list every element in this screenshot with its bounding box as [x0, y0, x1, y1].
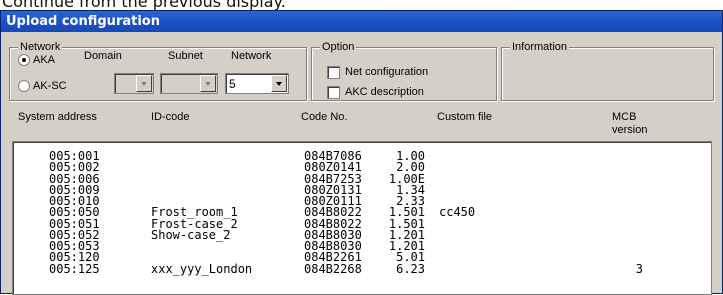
table-row[interactable]: 005:125 xxx_yyy_London 084B2268 6.23 3 [13, 261, 711, 276]
column-mcb-version-line1: MCB [612, 111, 637, 123]
information-group-title: Information [510, 40, 570, 54]
subnet-dropdown[interactable] [160, 73, 218, 94]
upload-configuration-window: Upload configuration Network AKA AK-SC D… [0, 10, 723, 295]
column-system-address: System address [18, 111, 97, 123]
table-row[interactable]: 005:051 Frost-case_2 084B8022 1.501 [13, 218, 711, 230]
akc-description-checkbox[interactable] [327, 86, 340, 99]
option-group-title: Option [320, 40, 357, 54]
cell-system-address: 005:125 [49, 261, 100, 276]
network-group-title: Network [18, 40, 63, 54]
column-custom-file: Custom file [437, 111, 493, 123]
chevron-down-icon [205, 82, 211, 86]
network-label: Network [231, 50, 272, 62]
domain-dropdown-button[interactable] [136, 75, 152, 92]
option-group: Option Net configuration AKC description [311, 40, 497, 101]
akc-description-label[interactable]: AKC description [345, 86, 424, 99]
chevron-down-icon [276, 82, 282, 86]
table-row[interactable]: 005:053 084B8030 1.201 [13, 240, 711, 252]
network-group: Network AKA AK-SC Domain Subnet Network … [9, 40, 307, 101]
column-id-code: ID-code [151, 111, 190, 123]
subnet-dropdown-button[interactable] [200, 75, 216, 92]
radio-ak-sc[interactable] [18, 80, 30, 92]
domain-label: Domain [84, 50, 122, 62]
network-value: 5 [229, 77, 236, 91]
radio-aka-label[interactable]: AKA [33, 54, 55, 67]
cell-id-code: Show-case_2 [151, 227, 231, 242]
cell-id-code: xxx_yyy_London [151, 261, 253, 276]
subnet-label: Subnet [168, 50, 203, 62]
cell-custom-file: cc450 [439, 205, 476, 220]
radio-ak-sc-label[interactable]: AK-SC [33, 80, 67, 93]
column-code-no: Code No. [301, 111, 348, 123]
window-title: Upload configuration [1, 11, 722, 32]
chevron-down-icon [141, 82, 147, 86]
cell-version: 6.23 [396, 261, 425, 276]
table-row[interactable]: 005:002 080Z0141 2.00 [13, 161, 711, 173]
cell-code-no: 084B2268 [304, 261, 362, 276]
table-row[interactable]: 005:052 Show-case_2 084B8030 1.201 [13, 227, 711, 242]
radio-aka[interactable] [18, 54, 30, 66]
column-mcb-version-line2: version [612, 124, 648, 136]
table-row[interactable]: 005:009 080Z0131 1.34 [13, 184, 711, 196]
network-dropdown-button[interactable] [271, 75, 287, 92]
network-dropdown[interactable]: 5 [225, 73, 289, 94]
radio-aka-dot [22, 58, 26, 62]
information-group: Information [501, 40, 714, 101]
domain-dropdown[interactable] [114, 73, 154, 94]
cell-mcb-version: 3 [635, 261, 643, 276]
table-row[interactable]: 005:120 084B2261 5.01 [13, 251, 711, 263]
net-configuration-checkbox[interactable] [327, 66, 340, 79]
table-row[interactable]: 005:050 Frost_room_1 084B8022 1.501 cc450 [13, 205, 711, 220]
configuration-list[interactable]: 005:001 084B7086 1.00 005:002 080Z0141 2.00 00… [12, 141, 712, 295]
table-row[interactable]: 005:006 084B7253 1.00E [13, 173, 711, 185]
table-row[interactable]: 005:001 084B7086 1.00 [13, 150, 711, 162]
net-configuration-label[interactable]: Net configuration [345, 66, 428, 79]
table-row[interactable]: 005:010 080Z0111 2.33 [13, 195, 711, 207]
